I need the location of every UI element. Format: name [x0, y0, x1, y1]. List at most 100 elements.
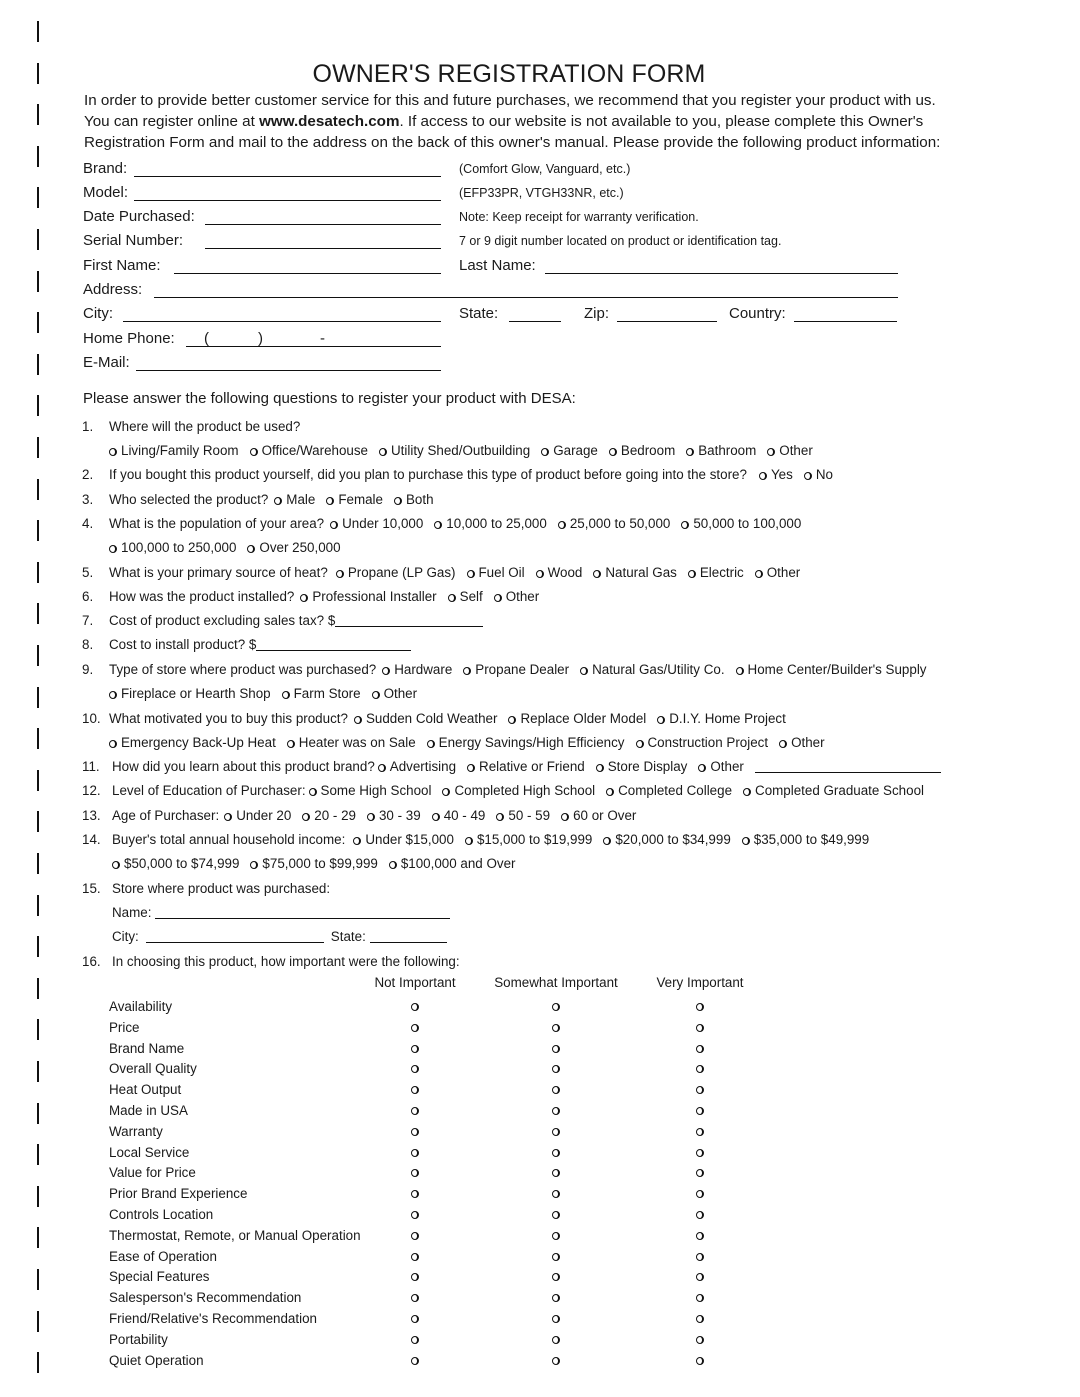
somewhat-important-radio-icon[interactable] — [552, 1023, 560, 1032]
radio-circle-icon[interactable] — [743, 787, 752, 796]
radio-circle-icon[interactable] — [686, 447, 695, 456]
somewhat-important-radio-icon[interactable] — [552, 1231, 560, 1240]
radio-option[interactable]: Propane Dealer — [463, 662, 569, 677]
learn-other-field[interactable] — [754, 760, 941, 773]
not-important-radio-icon[interactable] — [411, 1231, 419, 1240]
not-important-radio-icon[interactable] — [411, 1315, 419, 1323]
radio-option[interactable]: Home Center/Builder's Supply — [735, 662, 927, 677]
not-important-radio-icon[interactable] — [411, 1107, 419, 1115]
radio-circle-icon[interactable] — [377, 763, 386, 772]
radio-circle-icon[interactable] — [561, 812, 570, 821]
radio-option[interactable]: 50,000 to 100,000 — [681, 516, 801, 531]
radio-circle-icon[interactable] — [250, 860, 259, 869]
radio-circle-icon[interactable] — [109, 544, 117, 553]
radio-option[interactable]: Yes — [758, 467, 793, 482]
radio-circle-icon[interactable] — [803, 471, 812, 480]
not-important-radio-icon[interactable] — [411, 1294, 419, 1303]
radio-option[interactable]: $50,000 to $74,999 — [112, 856, 239, 871]
radio-option[interactable]: Male — [274, 492, 315, 507]
radio-option[interactable]: 25,000 to 50,000 — [557, 516, 670, 531]
store-state-field[interactable] — [369, 930, 447, 943]
radio-option[interactable]: Construction Project — [635, 735, 768, 750]
radio-option[interactable]: Over 250,000 — [247, 540, 341, 555]
radio-circle-icon[interactable] — [608, 447, 617, 456]
radio-option[interactable]: 50 - 59 — [496, 808, 550, 823]
somewhat-important-radio-icon[interactable] — [552, 1003, 560, 1011]
very-important-radio-icon[interactable] — [696, 1315, 704, 1323]
radio-circle-icon[interactable] — [442, 787, 451, 796]
address-field[interactable] — [154, 281, 898, 298]
radio-circle-icon[interactable] — [112, 860, 120, 869]
zip-field[interactable] — [617, 305, 717, 322]
city-field[interactable] — [123, 305, 441, 322]
radio-option[interactable]: Wood — [535, 565, 582, 580]
radio-circle-icon[interactable] — [393, 496, 402, 505]
not-important-radio-icon[interactable] — [411, 1023, 419, 1032]
store-name-field[interactable] — [155, 906, 451, 919]
not-important-radio-icon[interactable] — [411, 1356, 419, 1365]
radio-circle-icon[interactable] — [224, 812, 233, 821]
somewhat-important-radio-icon[interactable] — [552, 1127, 560, 1136]
very-important-radio-icon[interactable] — [696, 1273, 704, 1282]
radio-circle-icon[interactable] — [467, 763, 476, 772]
radio-circle-icon[interactable] — [466, 569, 475, 578]
somewhat-important-radio-icon[interactable] — [552, 1294, 560, 1303]
radio-option[interactable]: 60 or Over — [561, 808, 636, 823]
radio-option[interactable]: Replace Older Model — [508, 711, 646, 726]
not-important-radio-icon[interactable] — [411, 1211, 419, 1219]
radio-circle-icon[interactable] — [249, 447, 258, 456]
radio-option[interactable]: Natural Gas — [593, 565, 677, 580]
radio-option[interactable]: Other — [371, 686, 417, 701]
country-field[interactable] — [794, 305, 897, 322]
last-name-field[interactable] — [545, 257, 898, 274]
radio-option[interactable]: Bedroom — [608, 443, 675, 458]
radio-circle-icon[interactable] — [767, 447, 776, 456]
very-important-radio-icon[interactable] — [696, 1169, 704, 1178]
radio-circle-icon[interactable] — [326, 496, 335, 505]
somewhat-important-radio-icon[interactable] — [552, 1252, 560, 1261]
website-link[interactable]: www.desatech.com — [259, 113, 399, 130]
radio-option[interactable]: Both — [393, 492, 434, 507]
not-important-radio-icon[interactable] — [411, 1190, 419, 1199]
radio-option[interactable]: Garage — [541, 443, 598, 458]
not-important-radio-icon[interactable] — [411, 1086, 419, 1095]
radio-option[interactable]: 40 - 49 — [431, 808, 485, 823]
radio-option[interactable]: Completed High School — [442, 783, 595, 798]
radio-circle-icon[interactable] — [758, 471, 767, 480]
radio-circle-icon[interactable] — [302, 812, 311, 821]
radio-circle-icon[interactable] — [382, 666, 391, 675]
radio-circle-icon[interactable] — [681, 520, 690, 529]
radio-option[interactable]: Other — [754, 565, 800, 580]
radio-circle-icon[interactable] — [330, 520, 339, 529]
somewhat-important-radio-icon[interactable] — [552, 1356, 560, 1365]
somewhat-important-radio-icon[interactable] — [552, 1169, 560, 1178]
radio-circle-icon[interactable] — [379, 447, 388, 456]
radio-option[interactable]: 10,000 to 25,000 — [434, 516, 547, 531]
not-important-radio-icon[interactable] — [411, 1003, 419, 1011]
radio-circle-icon[interactable] — [388, 860, 397, 869]
radio-circle-icon[interactable] — [109, 739, 117, 748]
radio-circle-icon[interactable] — [493, 593, 502, 602]
radio-option[interactable]: 100,000 to 250,000 — [109, 540, 236, 555]
date-purchased-field[interactable] — [205, 208, 441, 225]
very-important-radio-icon[interactable] — [696, 1294, 704, 1303]
store-city-field[interactable] — [145, 930, 324, 943]
model-field[interactable] — [134, 184, 441, 201]
radio-option[interactable]: Completed Graduate School — [743, 783, 924, 798]
first-name-field[interactable] — [174, 257, 441, 274]
not-important-radio-icon[interactable] — [411, 1148, 419, 1157]
radio-option[interactable]: Female — [326, 492, 383, 507]
radio-option[interactable]: Under 10,000 — [330, 516, 423, 531]
radio-option[interactable]: $75,000 to $99,999 — [250, 856, 378, 871]
radio-option[interactable]: Some High School — [308, 783, 431, 798]
radio-option[interactable]: Fuel Oil — [466, 565, 525, 580]
radio-circle-icon[interactable] — [779, 739, 788, 748]
not-important-radio-icon[interactable] — [411, 1044, 419, 1053]
somewhat-important-radio-icon[interactable] — [552, 1335, 560, 1344]
radio-circle-icon[interactable] — [431, 812, 440, 821]
not-important-radio-icon[interactable] — [411, 1273, 419, 1282]
somewhat-important-radio-icon[interactable] — [552, 1315, 560, 1323]
radio-circle-icon[interactable] — [496, 812, 505, 821]
radio-option[interactable]: 30 - 39 — [366, 808, 421, 823]
radio-option[interactable]: Self — [447, 589, 483, 604]
